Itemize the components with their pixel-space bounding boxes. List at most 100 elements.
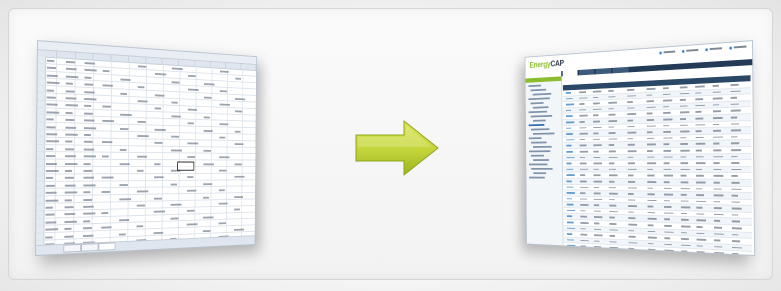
- table-cell-text: [627, 156, 634, 158]
- table-cell-text: [608, 101, 617, 104]
- table-cell-text: [679, 86, 688, 89]
- table-cell-text: [680, 162, 689, 164]
- table-cell-text: [695, 136, 704, 139]
- table-cell-text: [730, 90, 741, 93]
- cell-text: [65, 126, 77, 129]
- table-cell-text: [680, 117, 687, 120]
- cell-text: [65, 155, 76, 158]
- sidebar-tree-item: [528, 123, 545, 127]
- table-cell-text: [714, 233, 724, 236]
- cell-text: [203, 196, 210, 199]
- table-cell-text: [680, 206, 691, 209]
- table-cell-text: [680, 124, 688, 127]
- cell-text: [186, 210, 195, 213]
- table-cell-text: [712, 84, 719, 87]
- table-cell-text: [646, 112, 653, 115]
- cell-text: [136, 225, 144, 228]
- cell-text: [83, 205, 94, 208]
- cell-text: [83, 162, 91, 165]
- table-cell-text: [696, 226, 703, 228]
- table-cell-text: [579, 91, 586, 93]
- table-cell-text: [696, 232, 705, 235]
- table-cell-text: [579, 97, 588, 99]
- table-cell-text: [593, 132, 599, 135]
- table-cell-text: [593, 168, 599, 171]
- spreadsheet-grid: [35, 56, 257, 247]
- table-cell-text: [731, 136, 738, 138]
- table-cell-text: [713, 136, 723, 139]
- sheet-tab: [81, 243, 99, 252]
- table-cell-text: [647, 199, 657, 202]
- link-icon: [729, 46, 732, 50]
- cell-text: [203, 149, 212, 152]
- cell-text: [84, 69, 97, 72]
- cell-text: [234, 195, 243, 198]
- table-cell-text: [566, 209, 576, 212]
- table-cell-text: [680, 212, 687, 215]
- table-cell-text: [713, 188, 722, 190]
- table-cell-text: [646, 131, 653, 134]
- cell-text: [45, 221, 57, 224]
- table-cell-text: [627, 144, 635, 146]
- table-cell-text: [579, 114, 588, 117]
- cell-text: [65, 148, 75, 151]
- table-cell-text: [609, 229, 619, 231]
- table-cell-text: [609, 192, 618, 195]
- table-cell-text: [712, 97, 723, 100]
- cell-text: [64, 235, 74, 238]
- table-cell-text: [681, 238, 689, 241]
- table-cell-text: [696, 187, 703, 190]
- sheet-tab: [98, 242, 116, 251]
- cell-text: [83, 227, 92, 230]
- sidebar-tree-item: [528, 110, 548, 114]
- table-cell-text: [680, 200, 689, 202]
- cell-text: [101, 191, 111, 194]
- table-cell-text: [663, 143, 670, 146]
- table-cell-text: [566, 133, 573, 135]
- table-cell-text: [663, 199, 670, 202]
- table-cell-text: [730, 109, 741, 112]
- table-cell-text: [732, 246, 743, 249]
- header-links: [659, 45, 747, 55]
- cell-text: [84, 105, 92, 108]
- table-cell-text: [646, 118, 655, 121]
- table-cell-text: [627, 168, 637, 171]
- table-cell-text: [565, 97, 573, 100]
- table-cell-text: [695, 123, 706, 126]
- table-cell-text: [731, 220, 741, 223]
- cell-text: [119, 162, 130, 165]
- table-cell-text: [608, 174, 618, 177]
- cell-text: [64, 220, 77, 223]
- table-cell-text: [627, 180, 636, 183]
- table-cell-text: [566, 192, 575, 194]
- table-cell-text: [609, 186, 617, 189]
- table-cell-text: [627, 125, 635, 128]
- table-cell-text: [593, 198, 603, 201]
- table-cell-text: [680, 143, 688, 145]
- table-cell-text: [592, 102, 600, 105]
- table-cell-text: [609, 241, 617, 243]
- table-cell-text: [592, 96, 599, 99]
- cell-text: [171, 115, 181, 118]
- sidebar-tree-item: [531, 154, 544, 157]
- table-cell-text: [609, 223, 617, 225]
- table-cell-text: [695, 85, 705, 88]
- table-cell-text: [627, 150, 637, 152]
- cell-text: [203, 116, 210, 119]
- table-cell-text: [731, 168, 742, 171]
- table-cell-text: [663, 181, 670, 183]
- table-cell-text: [594, 234, 603, 237]
- cell-text: [120, 78, 131, 81]
- cell-text: [83, 191, 91, 194]
- cell-text: [83, 212, 96, 216]
- cell-text: [64, 177, 74, 180]
- cell-text: [45, 184, 55, 187]
- cell-text: [84, 62, 96, 65]
- cell-text: [45, 177, 54, 180]
- app-tab: [562, 70, 578, 77]
- table-cell-text: [579, 132, 588, 135]
- sidebar-tree-item: [528, 84, 542, 88]
- table-cell-text: [608, 150, 616, 152]
- table-cell-text: [664, 206, 672, 208]
- table-cell-text: [628, 235, 636, 238]
